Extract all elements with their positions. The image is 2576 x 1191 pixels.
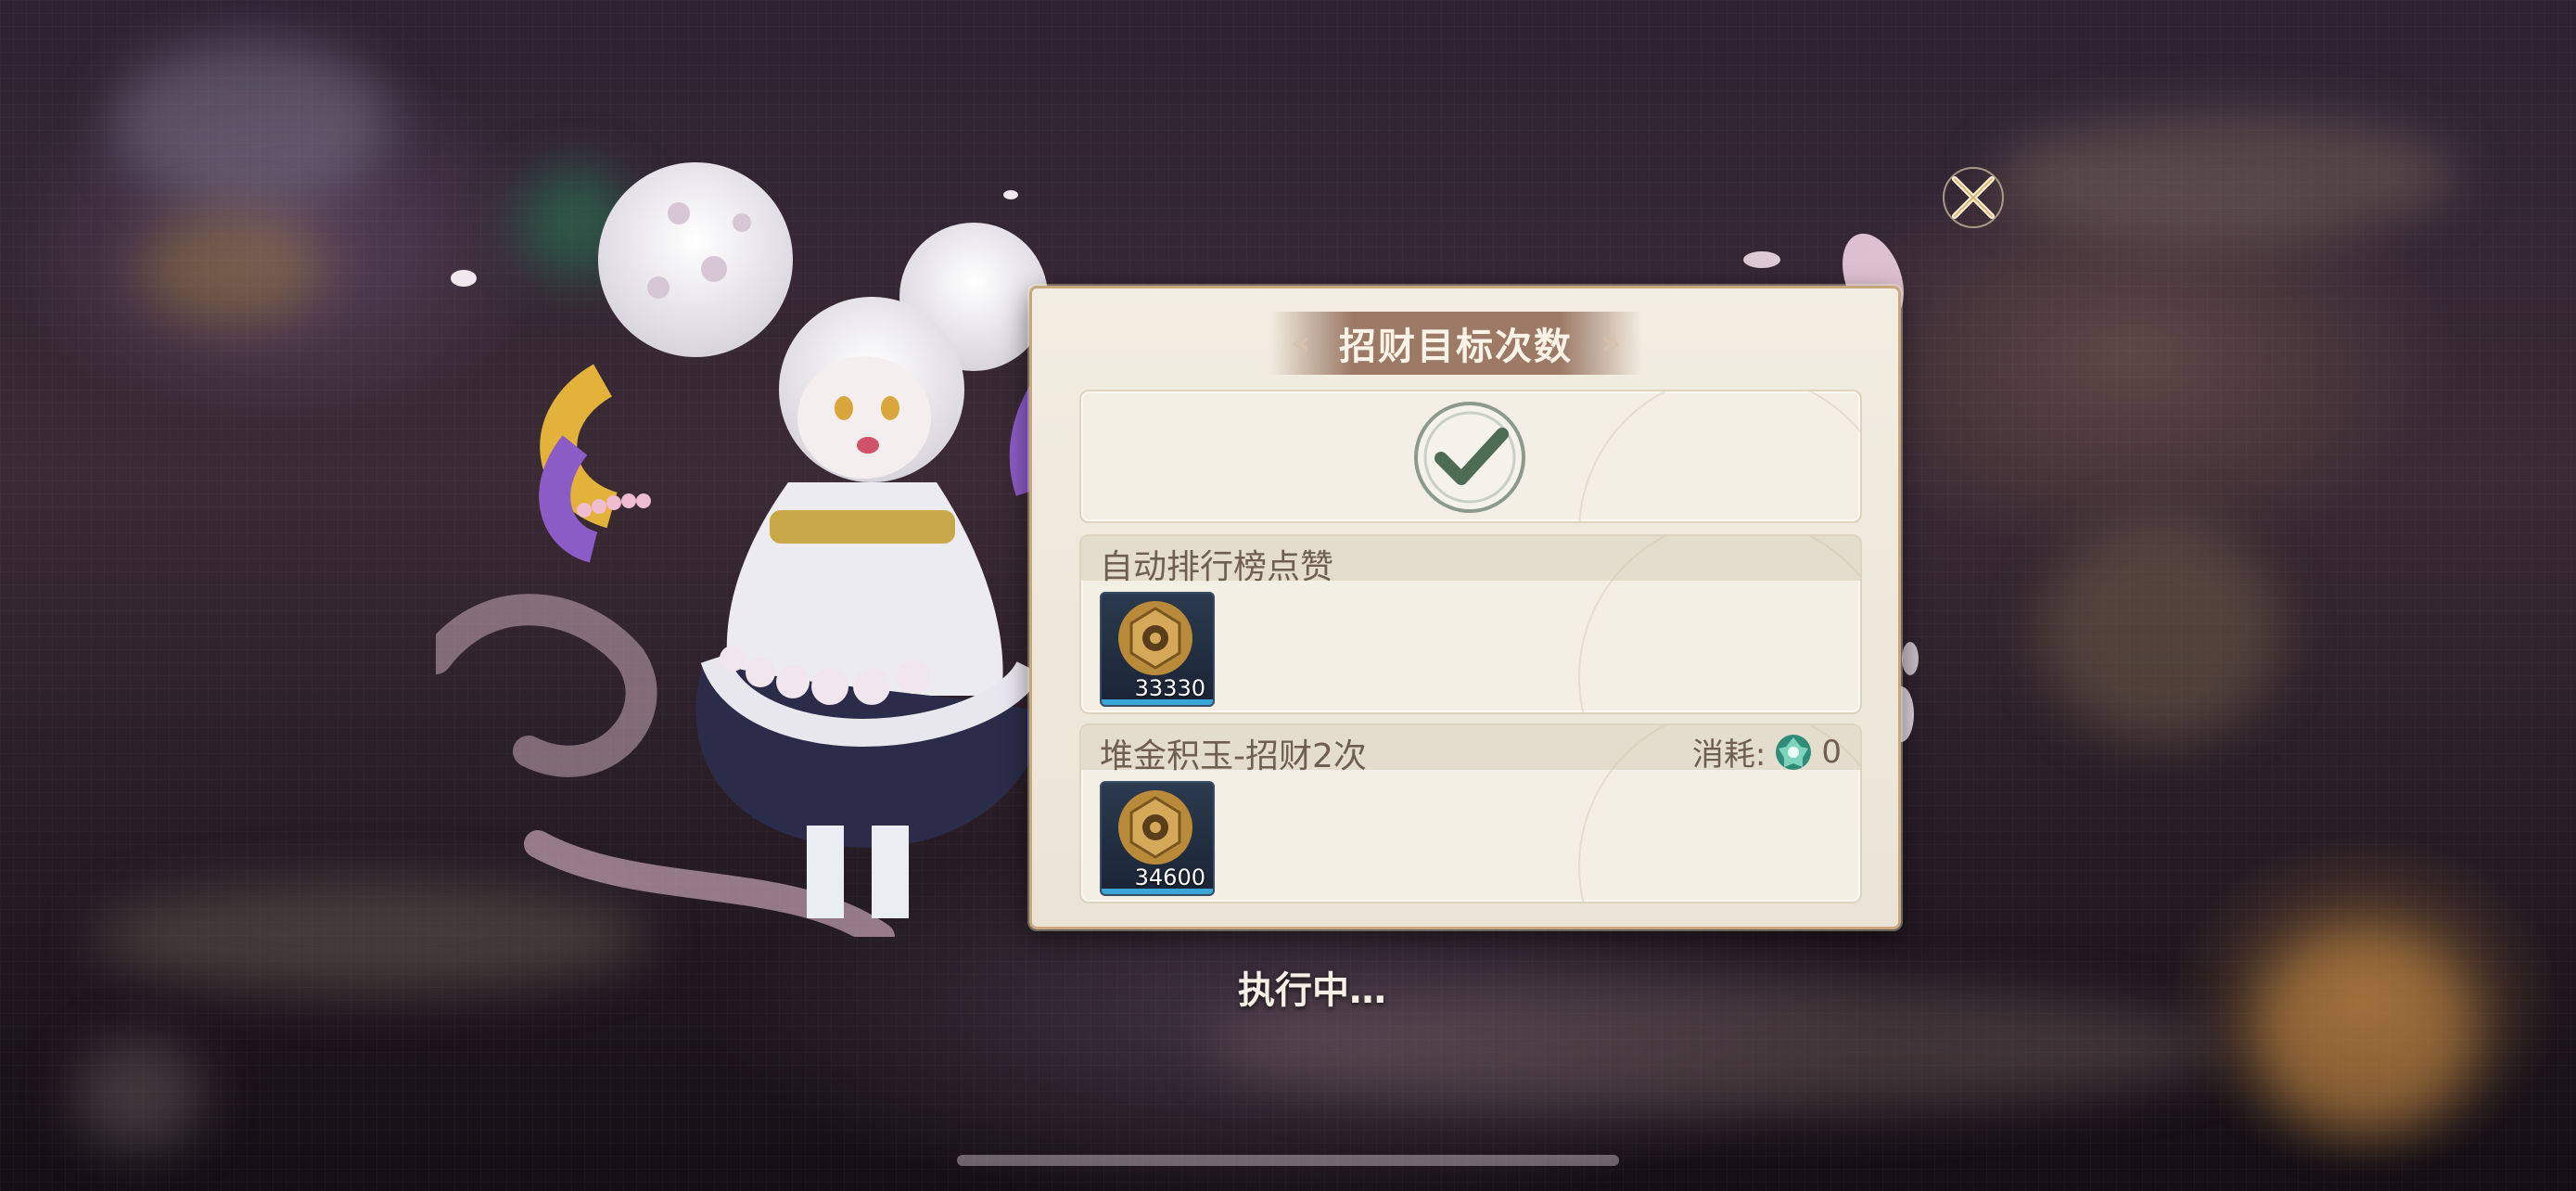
background-blob [111, 37, 389, 204]
title-banner: « 招财目标次数 » [1270, 312, 1641, 375]
background-blob [1994, 111, 2457, 241]
card-watermark [1578, 391, 1860, 521]
dialog-title: 招财目标次数 [1339, 326, 1573, 368]
cost-label: 消耗: [1691, 736, 1766, 774]
item-quality-stripe [1102, 699, 1213, 705]
task-card: 自动排行榜点赞 33330 [1079, 534, 1862, 714]
reward-item[interactable]: 33330 [1100, 592, 1215, 707]
reward-count: 33330 [1134, 675, 1205, 701]
reward-count: 34600 [1134, 864, 1205, 890]
status-text: 执行中… [1238, 969, 1386, 1012]
close-icon [1943, 167, 2004, 228]
background-blob [2253, 928, 2476, 1132]
background-blob [2040, 519, 2281, 742]
home-indicator[interactable] [957, 1155, 1619, 1166]
reward-item[interactable]: 34600 [1100, 781, 1215, 896]
item-quality-stripe [1102, 889, 1213, 894]
checkmark-icon [1414, 402, 1525, 513]
task-card: 堆金积玉-招财2次 消耗: 0 34600 [1079, 724, 1862, 903]
task-label: 自动排行榜点赞 [1100, 548, 1334, 586]
character-illustration [436, 162, 1094, 937]
cost-display: 消耗: 0 [1692, 729, 1842, 775]
task-label: 堆金积玉-招财2次 [1100, 737, 1367, 775]
cost-value: 0 [1821, 733, 1842, 771]
background-blob [139, 213, 325, 325]
jade-gem-icon [1776, 734, 1812, 770]
banner-right-ornament-icon: » [1601, 325, 1621, 362]
background-blob [74, 1039, 204, 1150]
completion-card [1079, 390, 1862, 523]
banner-left-ornament-icon: « [1291, 325, 1310, 362]
close-button[interactable] [1938, 162, 2009, 233]
